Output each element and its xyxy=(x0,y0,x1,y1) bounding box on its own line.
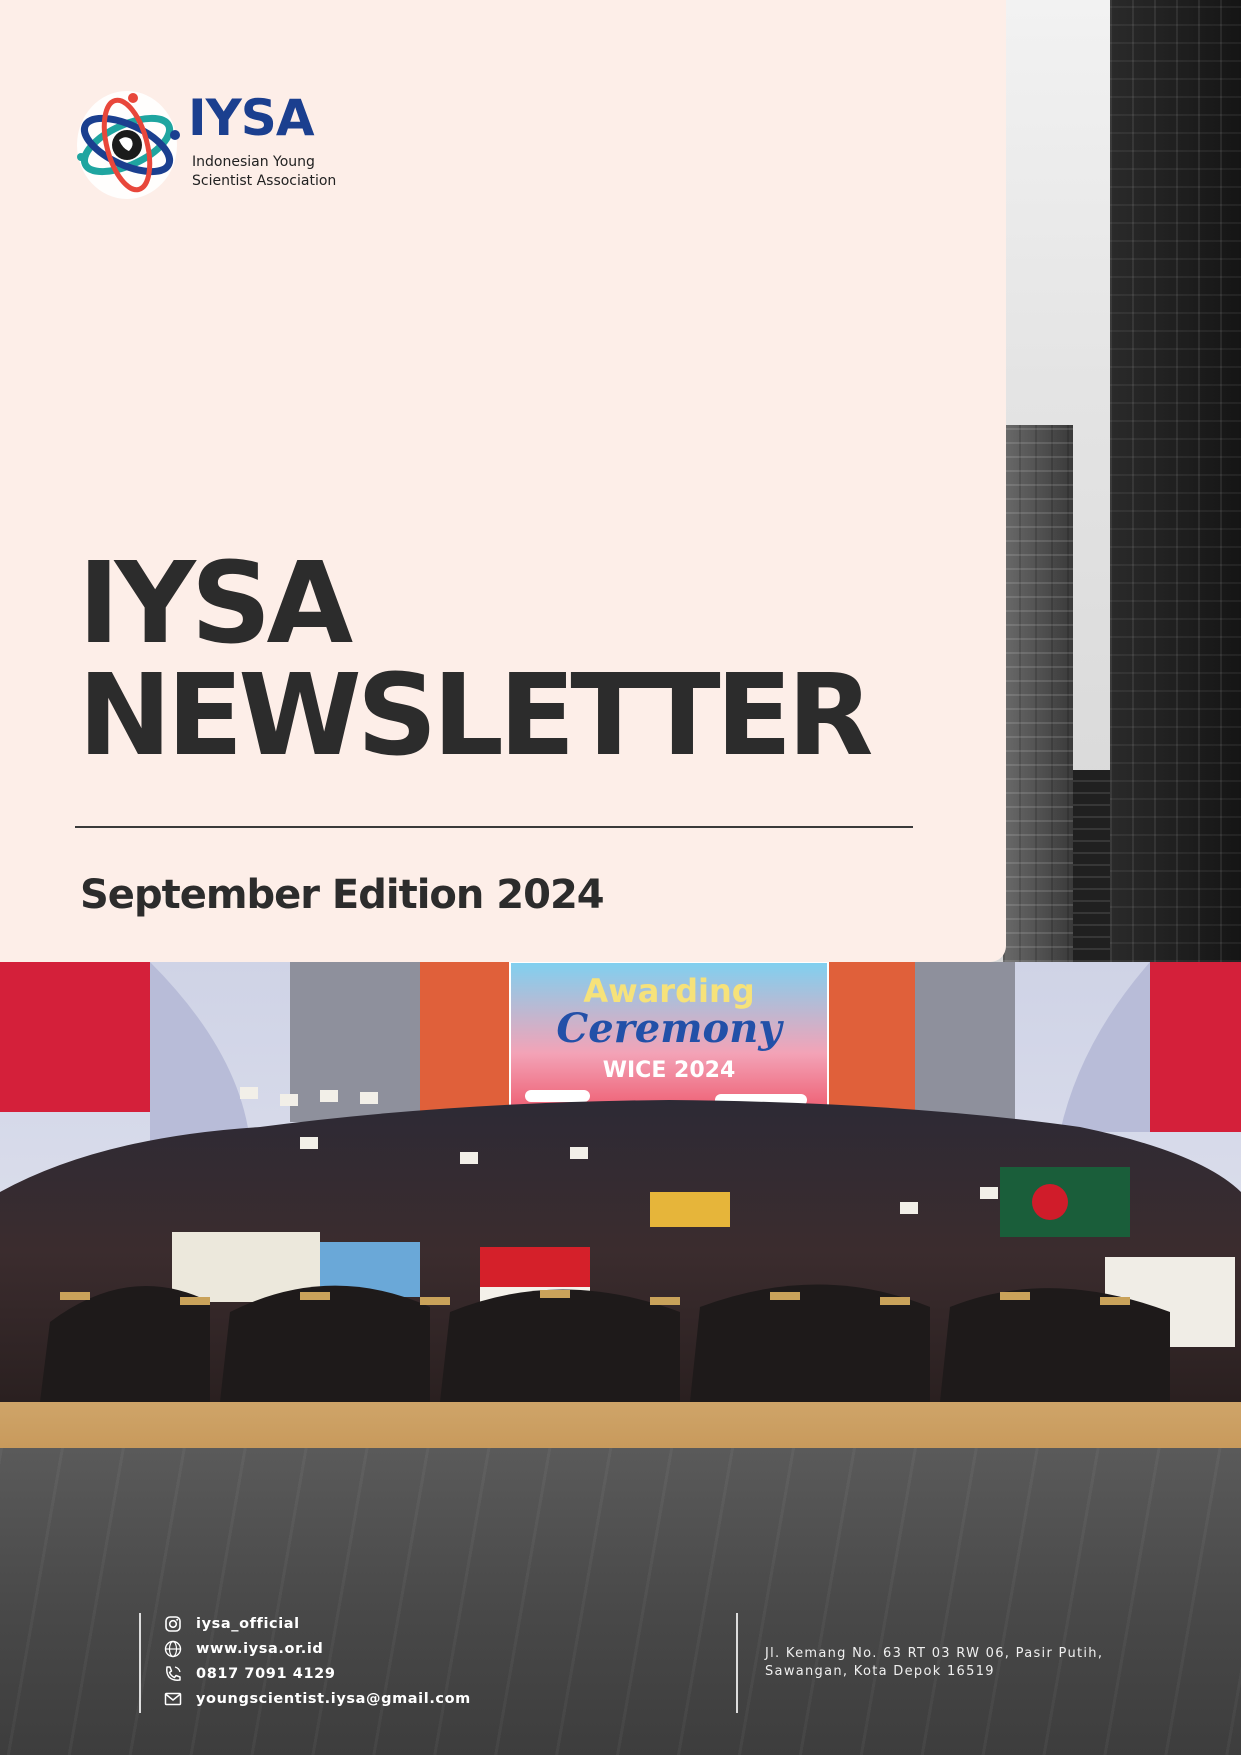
title-line-1: IYSA xyxy=(78,539,353,669)
title-divider xyxy=(75,826,913,828)
contact-instagram[interactable]: iysa_official xyxy=(163,1611,471,1636)
screen-event: WICE 2024 xyxy=(603,1058,736,1083)
address: Jl. Kemang No. 63 RT 03 RW 06, Pasir Put… xyxy=(765,1645,1145,1681)
group-photo-icon: Awarding Ceremony WICE 2024 xyxy=(0,962,1241,1448)
iysa-logo: IYSA Indonesian Young Scientist Associat… xyxy=(75,85,336,205)
phone-icon xyxy=(163,1664,183,1684)
cover-card: IYSA Indonesian Young Scientist Associat… xyxy=(0,0,1006,962)
contact-email[interactable]: youngscientist.iysa@gmail.com xyxy=(163,1686,471,1711)
screen-subtitle: Ceremony xyxy=(556,1005,784,1052)
phone-number: 0817 7091 4129 xyxy=(196,1665,336,1682)
website-url: www.iysa.or.id xyxy=(196,1640,324,1657)
building-tower-back xyxy=(1003,425,1073,962)
mail-icon xyxy=(163,1689,183,1709)
globe-icon xyxy=(163,1639,183,1659)
footer-divider-left xyxy=(139,1613,141,1713)
instagram-icon xyxy=(163,1614,183,1634)
address-line-2: Sawangan, Kota Depok 16519 xyxy=(765,1664,995,1679)
footer-divider-right xyxy=(736,1613,738,1713)
logo-wordmark: IYSA xyxy=(188,89,315,147)
edition-label: September Edition 2024 xyxy=(80,872,605,918)
footer: iysa_official www.iysa.or.id 0817 7091 4… xyxy=(0,1448,1241,1755)
instagram-handle: iysa_official xyxy=(196,1615,300,1632)
logo-subtitle: Indonesian Young Scientist Association xyxy=(192,154,337,189)
address-line-1: Jl. Kemang No. 63 RT 03 RW 06, Pasir Put… xyxy=(765,1646,1104,1661)
contact-list: iysa_official www.iysa.or.id 0817 7091 4… xyxy=(163,1611,471,1711)
contact-website[interactable]: www.iysa.or.id xyxy=(163,1636,471,1661)
email-address: youngscientist.iysa@gmail.com xyxy=(196,1690,471,1707)
atom-globe-icon xyxy=(77,91,180,199)
newsletter-title: IYSA NEWSLETTER xyxy=(78,539,873,781)
title-line-2: NEWSLETTER xyxy=(78,651,873,781)
building-tower-front xyxy=(1110,0,1241,962)
awarding-ceremony-photo: Awarding Ceremony WICE 2024 xyxy=(0,962,1241,1448)
contact-phone[interactable]: 0817 7091 4129 xyxy=(163,1661,471,1686)
